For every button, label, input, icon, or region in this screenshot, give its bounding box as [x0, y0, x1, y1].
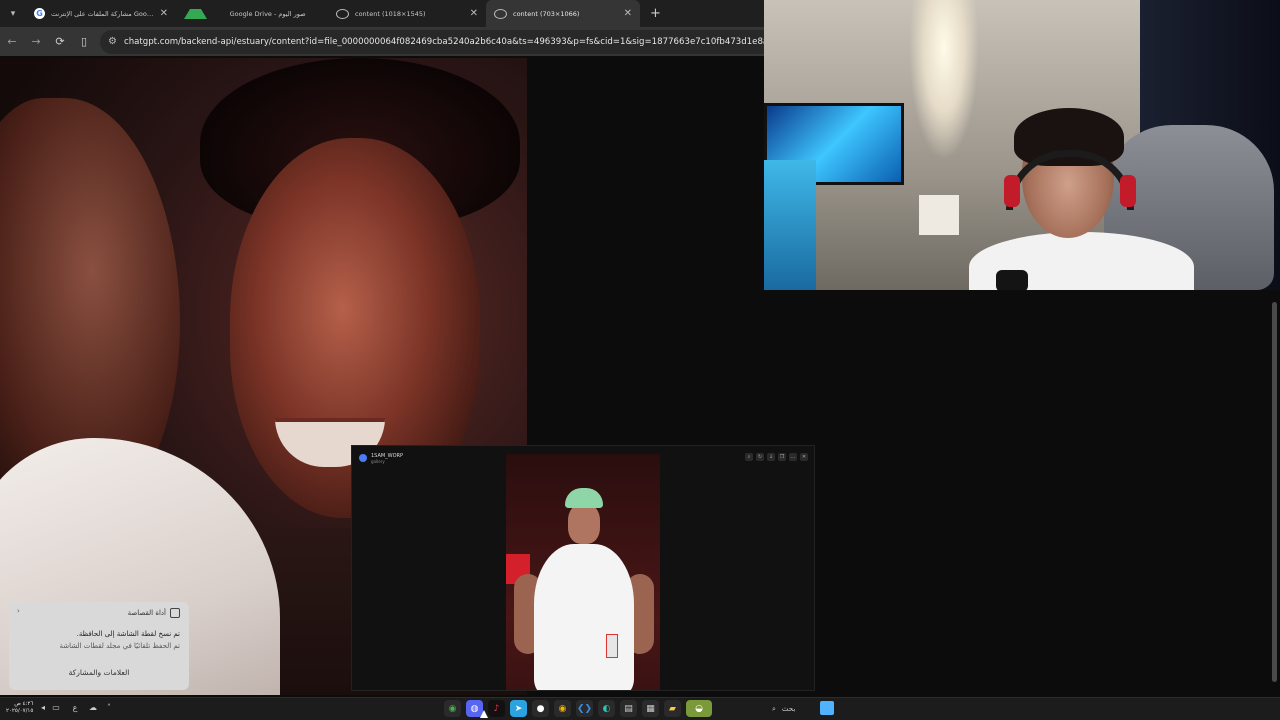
file-explorer-icon[interactable]: ▰ — [664, 700, 681, 717]
tab-google-drive-photos[interactable]: Google Drive - صور اليوم ✕ — [176, 0, 328, 27]
close-icon[interactable]: ✕ — [470, 8, 478, 19]
scrollbar-thumb[interactable] — [1272, 302, 1277, 682]
tab-title: content (703×1066) — [513, 9, 580, 18]
back-button[interactable]: ← — [0, 30, 24, 54]
headset-cup — [1004, 175, 1020, 207]
tab-title: Google Drive - صور اليوم — [229, 9, 306, 18]
chrome-icon[interactable]: ◉ — [554, 700, 571, 717]
address-bar[interactable]: ⚙ chatgpt.com/backend-api/estuary/conten… — [100, 29, 764, 54]
tab-google-drive-share[interactable]: G مشاركة الملفات على الإنترنت Google Dri… — [26, 0, 176, 27]
preview-toolbar: ⌕ ↻ ↓ ❐ … ✕ — [745, 453, 808, 461]
globe-icon — [494, 8, 507, 19]
chevron-up-icon[interactable]: ˄ — [104, 703, 114, 713]
start-icon[interactable] — [820, 701, 834, 715]
tab-content-703[interactable]: content (703×1066) ✕ — [486, 0, 640, 27]
dismiss-icon[interactable]: ‹ — [17, 607, 20, 615]
system-clock[interactable]: ٤:٢٦ ص ٢٠٢٥/٠٧/١٥ — [6, 701, 33, 715]
photo-face — [568, 504, 600, 544]
zoom-icon[interactable]: ⌕ — [745, 453, 753, 461]
photo-badge — [606, 634, 618, 658]
reload-button[interactable]: ⟳ — [48, 30, 72, 54]
browser-toolbar: ← → ⟳ ▯ ⚙ chatgpt.com/backend-api/estuar… — [0, 27, 764, 56]
close-icon[interactable]: ✕ — [800, 453, 808, 461]
obs-icon[interactable]: ● — [532, 700, 549, 717]
markup-and-share-button[interactable]: العلامات والمشاركة — [9, 668, 189, 677]
url-text[interactable]: chatgpt.com/backend-api/estuary/content?… — [124, 37, 764, 47]
rotate-icon[interactable]: ↻ — [756, 453, 764, 461]
clock-time: ٤:٢٦ ص — [14, 701, 34, 707]
webcam-overlay — [764, 0, 1280, 290]
room-pc — [764, 160, 816, 290]
google-icon: G — [34, 8, 45, 19]
google-drive-icon — [184, 8, 207, 19]
language-icon[interactable]: ع — [70, 703, 80, 713]
page-scrollbar[interactable] — [1271, 290, 1278, 694]
notification-message: تم نسخ لقطة الشاشة إلى الحافظة. — [76, 630, 180, 638]
tab-title: مشاركة الملفات على الإنترنت Google Drive — [51, 9, 154, 18]
search-label: بحث — [781, 705, 796, 713]
headset-cup — [1120, 175, 1136, 207]
more-icon[interactable]: … — [789, 453, 797, 461]
photo-cap — [565, 488, 603, 508]
globe-icon — [336, 8, 349, 19]
image-preview-window[interactable]: 1SAM_WORP gallery ⌕ ↻ ↓ ❐ … ✕ — [352, 446, 814, 690]
close-icon[interactable]: ✕ — [624, 8, 632, 19]
app-logo-icon — [359, 454, 367, 462]
widget-icon[interactable]: ◒ — [686, 700, 712, 717]
windows-taskbar: ٤:٢٦ ص ٢٠٢٥/٠٧/١٥ ◂ ▭ ع ☁ ˄ ◉ ◍ ♪ ➤ ● ◉ … — [0, 697, 1280, 720]
notification-app-name: أداة القصاصة — [127, 609, 166, 617]
tiktok-icon[interactable]: ♪ — [488, 700, 505, 717]
side-panel-icon[interactable]: ▯ — [72, 30, 96, 54]
onedrive-icon[interactable]: ☁ — [88, 703, 98, 713]
tab-title: content (1018×1545) — [355, 9, 426, 18]
copy-icon[interactable]: ❐ — [778, 453, 786, 461]
tab-content-1018[interactable]: content (1018×1545) ✕ — [328, 0, 486, 27]
snipping-tool-notification[interactable]: أداة القصاصة ‹ تم نسخ لقطة الشاشة إلى ال… — [9, 602, 189, 690]
network-icon[interactable]: ▭ — [51, 703, 61, 713]
volume-icon[interactable]: ◂ — [38, 703, 48, 713]
microphone — [996, 270, 1028, 290]
close-icon[interactable]: ✕ — [160, 8, 168, 19]
notification-detail: تم الحفظ تلقائيًا في مجلد لقطات الشاشة — [59, 642, 180, 650]
forward-button[interactable]: → — [24, 30, 48, 54]
snipping-tool-icon — [170, 608, 180, 618]
taskbar-search[interactable]: بحث ⌕ — [772, 702, 795, 716]
site-info-icon[interactable]: ⚙ — [108, 36, 117, 47]
preview-subtitle: gallery — [371, 459, 385, 464]
new-tab-button[interactable]: + — [640, 0, 671, 27]
browser-tab-strip: ▾ G مشاركة الملفات على الإنترنت Google D… — [0, 0, 764, 27]
room-shelf — [919, 195, 959, 235]
vscode-icon[interactable]: ❮❯ — [576, 700, 593, 717]
edge-icon[interactable]: ◐ — [598, 700, 615, 717]
tab-search-icon[interactable]: ▾ — [0, 0, 26, 27]
room-lights — [909, 0, 979, 160]
clock-date: ٢٠٢٥/٠٧/١٥ — [6, 708, 34, 714]
telegram-icon[interactable]: ➤ — [510, 700, 527, 717]
chrome-icon[interactable]: ◉ — [444, 700, 461, 717]
download-icon[interactable]: ↓ — [767, 453, 775, 461]
preview-photo — [506, 454, 660, 690]
photo-tshirt — [534, 544, 634, 690]
mouse-cursor-icon — [480, 710, 488, 718]
terminal-icon[interactable]: ▤ — [620, 700, 637, 717]
search-icon: ⌕ — [772, 704, 776, 713]
notification-app: أداة القصاصة — [128, 608, 180, 618]
calculator-icon[interactable]: ▦ — [642, 700, 659, 717]
